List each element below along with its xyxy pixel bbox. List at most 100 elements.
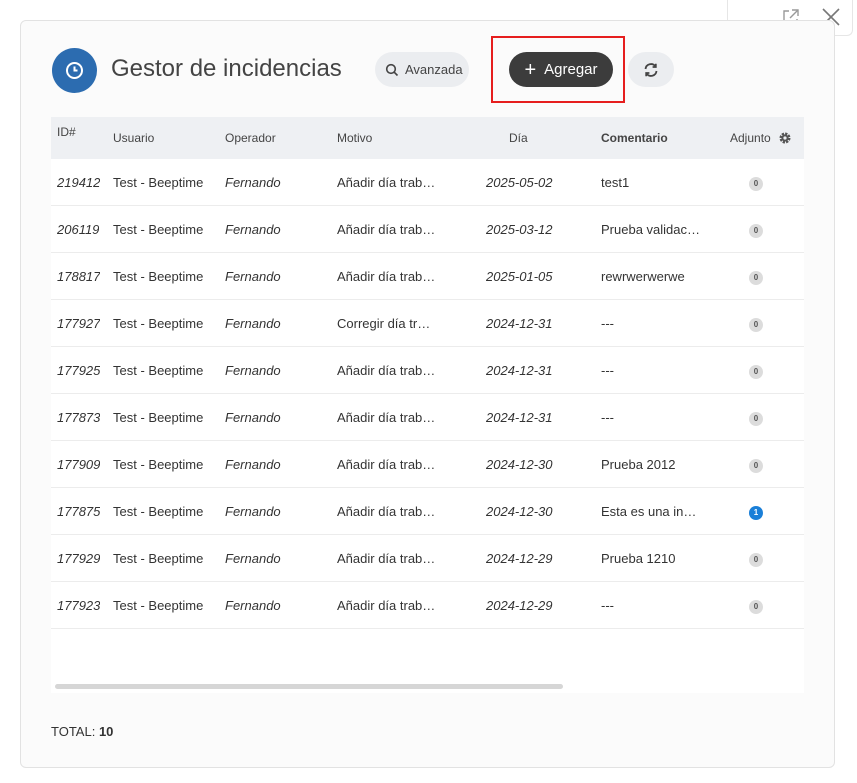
cell-motivo: Añadir día trab… [337,598,436,613]
attachment-count-badge[interactable]: 0 [749,224,763,238]
cell-motivo: Corregir día tr… [337,316,431,331]
cell-id: 219412 [57,175,101,190]
column-operador[interactable]: Operador [225,117,276,159]
column-usuario[interactable]: Usuario [113,117,154,159]
cell-comentario: --- [601,363,614,378]
cell-motivo: Añadir día trab… [337,457,436,472]
cell-operador: Fernando [225,269,281,284]
cell-comentario: rewrwerwerwe [601,269,685,284]
table-row[interactable]: 177925 Test - Beeptime Fernando Añadir día … [51,347,804,394]
column-id[interactable]: ID# [57,117,76,153]
horizontal-scrollbar[interactable] [55,684,563,689]
table-row[interactable]: 178817 Test - Beeptime Fernando Añadir día … [51,253,804,300]
attachment-count-badge[interactable]: 0 [749,365,763,379]
clock-icon [52,48,97,93]
add-button[interactable]: + Agregar [509,52,613,87]
attachment-count-badge[interactable]: 0 [749,177,763,191]
refresh-button[interactable] [628,52,674,87]
attachment-count-badge[interactable]: 0 [749,553,763,567]
cell-comentario: --- [601,598,614,613]
attachment-count-badge[interactable]: 0 [749,271,763,285]
attachment-count-badge[interactable]: 0 [749,600,763,614]
cell-operador: Fernando [225,410,281,425]
cell-motivo: Añadir día trab… [337,363,436,378]
cell-motivo: Añadir día trab… [337,175,436,190]
column-motivo[interactable]: Motivo [337,117,372,159]
column-comentario[interactable]: Comentario [601,117,668,159]
table-header: ID# Usuario Operador Motivo Día Comentar… [51,117,804,159]
cell-operador: Fernando [225,457,281,472]
page-title: Gestor de incidencias [111,55,342,82]
cell-id: 177873 [57,410,101,425]
cell-motivo: Añadir día trab… [337,410,436,425]
cell-dia: 2025-05-02 [486,175,553,190]
attachment-count-badge[interactable]: 1 [749,506,763,520]
cell-usuario: Test - Beeptime [113,598,204,613]
incidents-panel: Gestor de incidencias Avanzada + Agregar… [20,20,835,768]
total-count: TOTAL: 10 [51,724,113,739]
attachment-count-badge[interactable]: 0 [749,459,763,473]
table-row[interactable]: 219412 Test - Beeptime Fernando Añadir día … [51,159,804,206]
cell-dia: 2024-12-30 [486,504,553,519]
cell-usuario: Test - Beeptime [113,269,204,284]
cell-id: 177925 [57,363,101,378]
cell-usuario: Test - Beeptime [113,504,204,519]
cell-operador: Fernando [225,316,281,331]
cell-usuario: Test - Beeptime [113,410,204,425]
attachment-count-badge[interactable]: 0 [749,412,763,426]
cell-dia: 2025-03-12 [486,222,553,237]
column-dia[interactable]: Día [509,117,528,159]
cell-id: 177927 [57,316,101,331]
search-icon [385,63,399,76]
table-row[interactable]: 177929 Test - Beeptime Fernando Añadir día … [51,535,804,582]
cell-usuario: Test - Beeptime [113,551,204,566]
cell-dia: 2024-12-29 [486,598,553,613]
incidents-table: ID# Usuario Operador Motivo Día Comentar… [51,117,804,693]
cell-operador: Fernando [225,598,281,613]
cell-operador: Fernando [225,222,281,237]
advanced-search-button[interactable]: Avanzada [375,52,469,87]
cell-motivo: Añadir día trab… [337,551,436,566]
cell-motivo: Añadir día trab… [337,222,436,237]
cell-id: 206119 [57,222,100,237]
table-row[interactable]: 177875 Test - Beeptime Fernando Añadir día … [51,488,804,535]
plus-icon: + [524,58,537,81]
cell-comentario: Prueba validac… [601,222,700,237]
cell-motivo: Añadir día trab… [337,504,436,519]
cell-operador: Fernando [225,504,281,519]
cell-id: 177875 [57,504,101,519]
add-button-label: Agregar [544,61,598,78]
cell-dia: 2024-12-31 [486,410,553,425]
refresh-icon [644,62,658,77]
cell-comentario: Esta es una in… [601,504,697,519]
attachment-count-badge[interactable]: 0 [749,318,763,332]
table-row[interactable]: 177927 Test - Beeptime Fernando Corregir dí… [51,300,804,347]
cell-dia: 2024-12-31 [486,363,553,378]
total-value: 10 [98,724,114,739]
cell-operador: Fernando [225,175,281,190]
table-row[interactable]: 177909 Test - Beeptime Fernando Añadir día … [51,441,804,488]
cell-id: 178817 [57,269,101,284]
cell-comentario: test1 [601,175,630,190]
gear-icon[interactable] [778,131,792,145]
cell-dia: 2024-12-30 [486,457,553,472]
cell-comentario: --- [601,410,614,425]
cell-dia: 2025-01-05 [486,269,553,284]
table-row[interactable]: 177873 Test - Beeptime Fernando Añadir día … [51,394,804,441]
cell-operador: Fernando [225,551,281,566]
table-row[interactable]: 177923 Test - Beeptime Fernando Añadir día … [51,582,804,629]
cell-motivo: Añadir día trab… [337,269,436,284]
advanced-search-label: Avanzada [405,62,463,77]
table-row[interactable]: 206119 Test - Beeptime Fernando Añadir día … [51,206,804,253]
cell-usuario: Test - Beeptime [113,457,204,472]
column-adjunto[interactable]: Adjunto [730,117,771,159]
cell-dia: 2024-12-31 [486,316,553,331]
cell-operador: Fernando [225,363,281,378]
cell-id: 177909 [57,457,101,472]
total-label: TOTAL: [51,724,96,739]
cell-usuario: Test - Beeptime [113,222,204,237]
cell-dia: 2024-12-29 [486,551,553,566]
cell-comentario: Prueba 2012 [601,457,676,472]
cell-usuario: Test - Beeptime [113,175,204,190]
cell-id: 177923 [57,598,101,613]
